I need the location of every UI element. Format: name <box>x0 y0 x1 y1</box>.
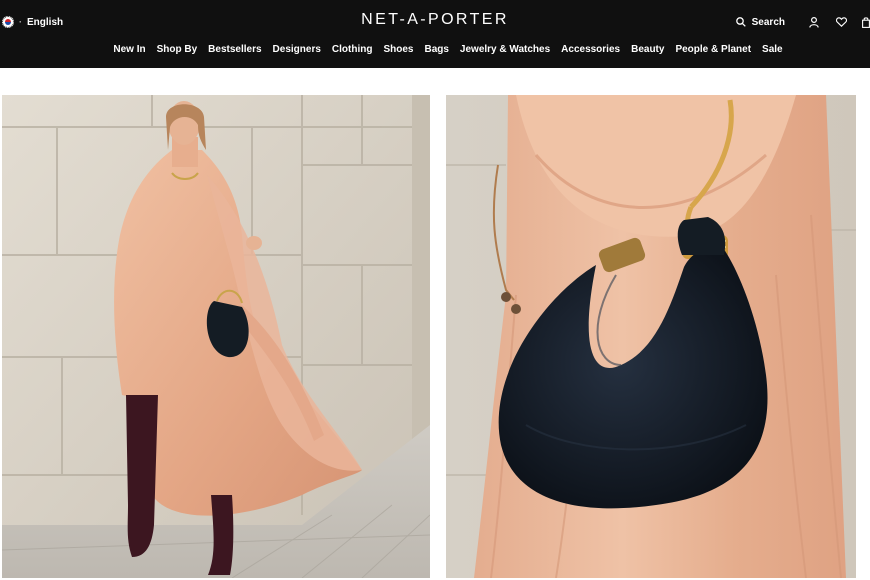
nav-beauty[interactable]: Beauty <box>631 44 664 55</box>
nav-people-planet[interactable]: People & Planet <box>675 44 751 55</box>
nav-bestsellers[interactable]: Bestsellers <box>208 44 261 55</box>
hero-image-model[interactable] <box>2 95 430 578</box>
site-header: · English NET-A-PORTER Search New In Sho… <box>0 0 870 68</box>
shopping-bag-icon[interactable] <box>862 16 870 28</box>
hero-image-bag-closeup[interactable] <box>446 95 856 578</box>
nav-shop-by[interactable]: Shop By <box>157 44 198 55</box>
header-tools: Search <box>735 14 870 30</box>
nav-jewelry-watches[interactable]: Jewelry & Watches <box>460 44 550 55</box>
search-label: Search <box>751 16 785 28</box>
nav-clothing[interactable]: Clothing <box>332 44 373 55</box>
nav-shoes[interactable]: Shoes <box>383 44 413 55</box>
nav-accessories[interactable]: Accessories <box>561 44 620 55</box>
account-icon[interactable] <box>809 16 819 28</box>
search-icon <box>735 17 746 27</box>
nav-bags[interactable]: Bags <box>424 44 448 55</box>
search-button[interactable]: Search <box>735 16 785 28</box>
nav-sale[interactable]: Sale <box>762 44 783 55</box>
heart-icon[interactable] <box>836 17 847 27</box>
nav-new-in[interactable]: New In <box>113 44 145 55</box>
nav-designers[interactable]: Designers <box>273 44 321 55</box>
main-navigation: New In Shop By Bestsellers Designers Clo… <box>0 44 870 55</box>
